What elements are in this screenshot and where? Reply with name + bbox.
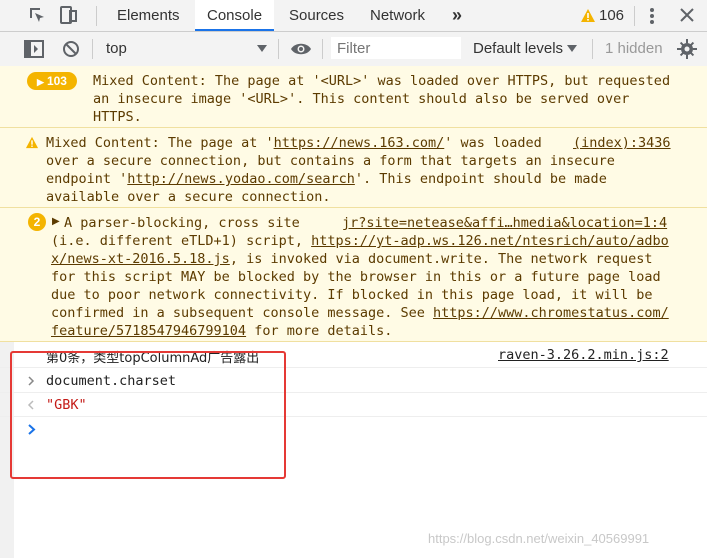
context-selector[interactable]: top [106, 40, 127, 57]
message-text: Mixed Content: The page at '<URL>' was l… [93, 73, 671, 89]
chevron-down-icon[interactable] [257, 45, 267, 53]
toolbar-divider [634, 6, 635, 26]
endpoint-link[interactable]: http://news.yodao.com/search [127, 171, 355, 187]
console-toolbar: top Default levels 1 hidden [0, 32, 707, 67]
highlight-box [10, 351, 286, 479]
tab-sources[interactable]: Sources [289, 0, 344, 31]
source-link[interactable]: (index):3436 [573, 134, 671, 152]
chromestatus-link[interactable]: feature/5718547946799104 [51, 323, 246, 339]
message-text: for this script MAY be blocked by the br… [51, 269, 661, 285]
message-text: A parser-blocking, cross site [64, 215, 300, 231]
toolbar-divider [92, 39, 93, 59]
message-text: (i.e. different eTLD+1) script, https://… [51, 233, 669, 249]
message-text: x/news-xt-2016.5.18.js, is invoked via d… [51, 251, 653, 267]
warning-count[interactable]: 106 [599, 0, 624, 31]
console-warning-message: 2 ▶ A parser-blocking, cross site jr?sit… [0, 208, 707, 342]
source-link[interactable]: raven-3.26.2.min.js:2 [498, 347, 669, 363]
expand-triangle-icon: ▶ [37, 77, 44, 87]
tab-network[interactable]: Network [370, 0, 425, 31]
source-link[interactable]: jr?site=netease&affi…hmedia&location=1:4 [342, 214, 667, 232]
script-link[interactable]: x/news-xt-2016.5.18.js [51, 251, 230, 267]
message-text: an insecure image '<URL>'. This content … [93, 91, 630, 107]
sidebar-toggle-icon[interactable] [24, 40, 44, 58]
repeat-count-badge[interactable]: ▶ 103 [27, 72, 77, 90]
warning-icon [25, 136, 39, 149]
repeat-count-badge: 2 [28, 213, 46, 231]
console-warning-message: Mixed Content: The page at 'https://news… [0, 128, 707, 208]
message-text: endpoint 'http://news.yodao.com/search'.… [46, 171, 607, 187]
tab-elements[interactable]: Elements [117, 0, 180, 31]
script-link[interactable]: https://yt-adp.ws.126.net/ntesrich/auto/… [311, 233, 669, 249]
message-text: over a secure connection, but contains a… [46, 153, 615, 169]
kebab-menu-icon[interactable] [646, 6, 658, 26]
more-tabs-button[interactable]: » [452, 0, 462, 31]
devtools-tab-bar: Elements Console Sources Network » 106 [0, 0, 707, 32]
hidden-count: 1 hidden [605, 40, 663, 57]
expand-triangle-icon[interactable]: ▶ [52, 216, 60, 227]
watermark: https://blog.csdn.net/weixin_40569991 [428, 531, 650, 546]
message-text: HTTPS. [93, 109, 142, 125]
gear-icon[interactable] [677, 39, 697, 59]
close-icon[interactable] [680, 8, 694, 22]
page-url-link[interactable]: https://news.163.com/ [274, 135, 445, 151]
message-text: due to poor network connectivity. If blo… [51, 287, 653, 303]
toolbar-divider [592, 39, 593, 59]
tab-console[interactable]: Console [195, 0, 275, 31]
log-levels-dropdown[interactable]: Default levels [473, 40, 563, 57]
chromestatus-link[interactable]: https://www.chromestatus.com/ [433, 305, 669, 321]
message-text: available over a secure connection. [46, 189, 331, 205]
message-text: Mixed Content: The page at 'https://news… [46, 135, 542, 151]
toolbar-divider [322, 39, 323, 59]
toolbar-divider [278, 39, 279, 59]
inspect-element-icon[interactable] [27, 5, 47, 25]
eye-icon[interactable] [290, 41, 312, 57]
toolbar-divider [96, 6, 97, 26]
console-warning-message: ▶ 103 Mixed Content: The page at '<URL>' … [0, 66, 707, 128]
message-text: feature/5718547946799104 for more detail… [51, 323, 393, 339]
warning-icon [581, 9, 595, 22]
filter-input[interactable] [331, 37, 461, 59]
message-text: confirmed in a subsequent console messag… [51, 305, 669, 321]
chevron-down-icon[interactable] [567, 45, 577, 53]
device-toolbar-icon[interactable] [58, 5, 78, 25]
clear-console-icon[interactable] [62, 40, 80, 58]
